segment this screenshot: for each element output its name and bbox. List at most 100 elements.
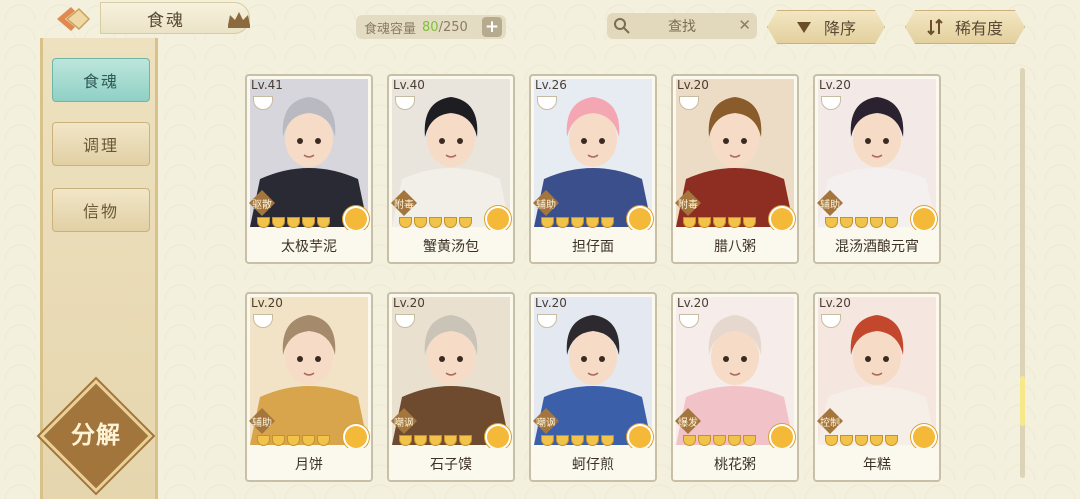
star-icon	[556, 217, 569, 228]
star-icon	[885, 435, 898, 446]
food-soul-card[interactable]: Lv.26 辅助 担仔面	[529, 74, 657, 264]
star-icon	[601, 217, 614, 228]
food-soul-card[interactable]: Lv.20 嘲讽 石子馍	[387, 292, 515, 482]
flower-icon	[487, 208, 509, 230]
card-name: 混汤酒酿元宵	[815, 230, 939, 262]
flower-icon	[629, 208, 651, 230]
star-rating	[399, 432, 472, 446]
star-rating	[825, 432, 898, 446]
star-icon	[743, 435, 756, 446]
star-icon	[683, 435, 696, 446]
card-name: 月饼	[247, 448, 371, 480]
food-soul-card[interactable]: Lv.20 辅助 月饼	[245, 292, 373, 482]
food-soul-card[interactable]: Lv.20 附毒 腊八粥	[671, 74, 799, 264]
sort-rarity-button[interactable]: 稀有度	[905, 10, 1025, 44]
level-label: Lv.26	[535, 78, 567, 92]
search-box[interactable]: 查找 ✕	[607, 13, 757, 39]
star-icon	[870, 435, 883, 446]
search-label: 查找	[668, 19, 696, 35]
capacity-label: 食魂容量	[364, 21, 417, 37]
card-name: 蚵仔煎	[531, 448, 655, 480]
tab-cooking[interactable]: 调理	[52, 122, 150, 166]
sort-descending-label: 降序	[823, 19, 856, 38]
star-icon	[444, 217, 457, 228]
star-rating	[399, 214, 472, 228]
back-arrow-icon	[57, 7, 91, 31]
star-icon	[825, 435, 838, 446]
top-bar: 食魂 食魂容量 80 /250 + 查找 ✕ 降序 稀有度	[0, 0, 1080, 46]
star-icon	[302, 435, 315, 446]
clear-icon[interactable]: ✕	[738, 16, 751, 34]
star-icon	[855, 435, 868, 446]
back-button[interactable]	[48, 4, 98, 34]
level-label: Lv.20	[819, 78, 851, 92]
star-icon	[840, 217, 853, 228]
star-icon	[317, 435, 330, 446]
decompose-label: 分解	[71, 420, 121, 449]
star-icon	[728, 217, 741, 228]
food-soul-card[interactable]: Lv.41 驱散 太极芋泥	[245, 74, 373, 264]
star-rating	[257, 432, 330, 446]
flower-icon	[487, 426, 509, 448]
flower-icon	[913, 208, 935, 230]
scrollbar[interactable]	[1020, 68, 1025, 478]
star-icon	[317, 217, 330, 228]
star-icon	[601, 435, 614, 446]
star-icon	[586, 435, 599, 446]
star-icon	[302, 217, 315, 228]
food-soul-card[interactable]: Lv.20 爆发 桃花粥	[671, 292, 799, 482]
star-icon	[399, 217, 412, 228]
capacity-max: /250	[438, 19, 468, 35]
star-icon	[870, 217, 883, 228]
star-icon	[743, 217, 756, 228]
food-soul-card[interactable]: Lv.40 附毒 蟹黄汤包	[387, 74, 515, 264]
crown-icon[interactable]	[226, 9, 252, 29]
flower-icon	[345, 208, 367, 230]
level-label: Lv.20	[677, 296, 709, 310]
star-icon	[429, 217, 442, 228]
star-icon	[399, 435, 412, 446]
star-icon	[855, 217, 868, 228]
star-icon	[429, 435, 442, 446]
scrollbar-thumb[interactable]	[1020, 376, 1025, 426]
star-rating	[683, 214, 756, 228]
star-icon	[459, 217, 472, 228]
flower-icon	[629, 426, 651, 448]
star-icon	[840, 435, 853, 446]
triangle-down-icon	[796, 20, 812, 34]
tab-tokens[interactable]: 信物	[52, 188, 150, 232]
star-rating	[541, 432, 614, 446]
sort-descending-button[interactable]: 降序	[767, 10, 885, 44]
star-icon	[444, 435, 457, 446]
star-icon	[541, 435, 554, 446]
star-icon	[586, 217, 599, 228]
star-rating	[541, 214, 614, 228]
star-icon	[885, 217, 898, 228]
star-icon	[414, 217, 427, 228]
star-rating	[257, 214, 330, 228]
capacity-display: 食魂容量 80 /250 +	[356, 15, 506, 39]
card-name: 腊八粥	[673, 230, 797, 262]
food-soul-card[interactable]: Lv.20 控制 年糕	[813, 292, 941, 482]
level-label: Lv.20	[393, 296, 425, 310]
star-icon	[698, 435, 711, 446]
star-rating	[825, 214, 898, 228]
star-icon	[459, 435, 472, 446]
flower-icon	[771, 208, 793, 230]
star-icon	[571, 217, 584, 228]
add-capacity-button[interactable]: +	[482, 17, 502, 37]
star-icon	[728, 435, 741, 446]
tab-food-souls[interactable]: 食魂	[52, 58, 150, 102]
level-label: Lv.20	[535, 296, 567, 310]
star-icon	[414, 435, 427, 446]
food-soul-card[interactable]: Lv.20 辅助 混汤酒酿元宵	[813, 74, 941, 264]
card-name: 石子馍	[389, 448, 513, 480]
sort-arrows-icon	[927, 18, 943, 36]
card-name: 蟹黄汤包	[389, 230, 513, 262]
capacity-current: 80	[422, 19, 439, 35]
food-soul-card[interactable]: Lv.20 嘲讽 蚵仔煎	[529, 292, 657, 482]
level-label: Lv.41	[251, 78, 283, 92]
star-icon	[272, 217, 285, 228]
star-icon	[683, 217, 696, 228]
level-label: Lv.40	[393, 78, 425, 92]
